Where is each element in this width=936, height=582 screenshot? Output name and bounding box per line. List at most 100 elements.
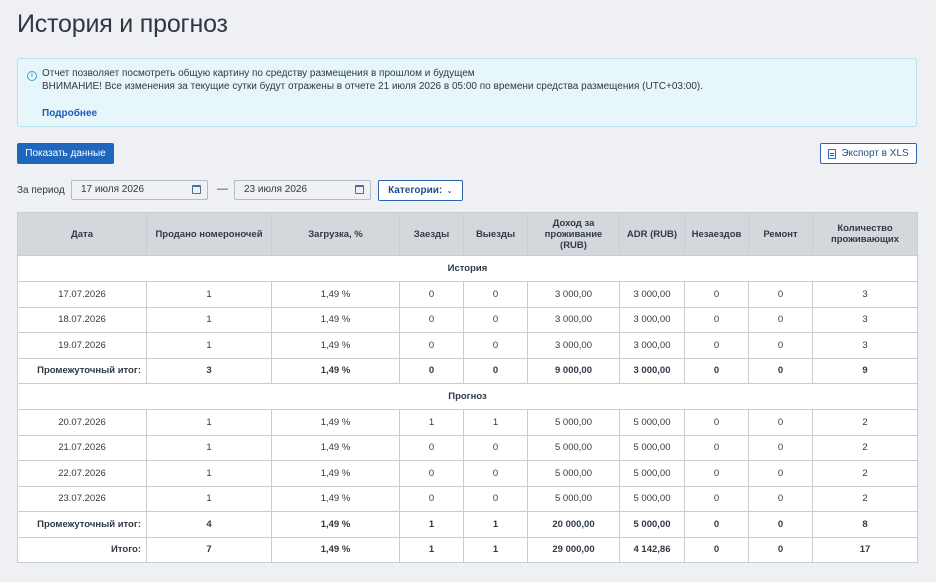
info-icon: i [27,71,37,81]
table-cell: 1 [146,434,272,461]
table-cell: 0 [748,434,813,461]
table-cell: 1 [146,460,272,487]
table-cell: 0 [748,357,813,384]
table-cell: 0 [684,536,749,563]
total-label-cell: Промежуточный итог: [17,511,147,538]
table-cell: 0 [463,332,528,359]
table-cell: 3 000,00 [527,332,620,359]
table-cell: 0 [399,485,464,512]
table-cell: 0 [748,409,813,436]
date-cell: 21.07.2026 [17,434,147,461]
table-cell: 3 000,00 [619,306,685,333]
table-cell: 3 000,00 [527,306,620,333]
table-cell: 1,49 % [271,332,400,359]
more-info-link[interactable]: Подробнее [42,108,97,119]
table-cell: 1 [146,332,272,359]
subtotal-row: Промежуточный итог: 3 1,49 % 0 0 9 000,00 3 00… [17,357,918,384]
total-label-cell: Итого: [17,536,147,563]
table-header-row: Дата Продано номероночей Загрузка, % Зае… [17,212,918,256]
table-cell: 1,49 % [271,306,400,333]
table-cell: 9 [812,357,918,384]
table-cell: 1,49 % [271,511,400,538]
table-cell: 4 [146,511,272,538]
table-cell: 3 [812,306,918,333]
col-header-occupancy[interactable]: Загрузка, % [271,212,400,256]
table-cell: 1 [146,409,272,436]
table-cell: 0 [748,460,813,487]
table-cell: 5 000,00 [527,409,620,436]
table-cell: 17 [812,536,918,563]
date-cell: 20.07.2026 [17,409,147,436]
date-from-input[interactable]: 17 июля 2026 [71,180,208,200]
table-cell: 1 [399,409,464,436]
table-cell: 0 [399,460,464,487]
col-header-no-shows[interactable]: Незаездов [684,212,749,256]
date-cell: 17.07.2026 [17,281,147,308]
calendar-icon[interactable] [355,185,364,194]
table-cell: 0 [684,281,749,308]
table-cell: 0 [748,281,813,308]
section-label: Прогноз [17,383,918,410]
table-cell: 2 [812,434,918,461]
table-cell: 0 [399,306,464,333]
date-cell: 18.07.2026 [17,306,147,333]
col-header-revenue[interactable]: Доход за проживание (RUB) [527,212,620,256]
export-xls-label: Экспорт в XLS [841,148,909,159]
chevron-down-icon: ⌄ [446,186,453,195]
table-cell: 0 [684,332,749,359]
table-cell: 0 [684,485,749,512]
categories-dropdown[interactable]: Категории: ⌄ [378,180,463,201]
show-data-button[interactable]: Показать данные [17,143,114,164]
table-row: 23.07.2026 1 1,49 % 0 0 5 000,00 5 000,00 0 0 2 [17,485,918,512]
period-label: За период [17,185,65,196]
table-cell: 2 [812,409,918,436]
table-cell: 0 [748,511,813,538]
table-cell: 1 [463,511,528,538]
table-cell: 1 [146,485,272,512]
table-cell: 0 [399,434,464,461]
date-cell: 19.07.2026 [17,332,147,359]
table-cell: 5 000,00 [619,434,685,461]
table-cell: 20 000,00 [527,511,620,538]
table-cell: 3 000,00 [619,357,685,384]
file-icon [828,148,837,159]
table-cell: 0 [748,536,813,563]
col-header-adr[interactable]: ADR (RUB) [619,212,685,256]
info-text-warning: ВНИМАНИЕ! Все изменения за текущие сутки… [42,81,703,92]
table-cell: 0 [684,460,749,487]
section-label: История [17,255,918,282]
table-cell: 0 [463,357,528,384]
table-cell: 4 142,86 [619,536,685,563]
table-row: 22.07.2026 1 1,49 % 0 0 5 000,00 5 000,00 0 0 2 [17,460,918,487]
table-cell: 0 [399,357,464,384]
col-header-departures[interactable]: Выезды [463,212,528,256]
col-header-guests[interactable]: Количество проживающих [812,212,918,256]
table-cell: 1 [463,536,528,563]
col-header-arrivals[interactable]: Заезды [399,212,464,256]
table-cell: 1 [463,409,528,436]
col-header-date[interactable]: Дата [17,212,147,256]
table-cell: 1,49 % [271,409,400,436]
table-cell: 1 [399,511,464,538]
table-cell: 0 [463,281,528,308]
date-to-value: 23 июля 2026 [244,184,308,195]
date-to-input[interactable]: 23 июля 2026 [234,180,371,200]
table-cell: 0 [748,485,813,512]
table-cell: 5 000,00 [619,485,685,512]
export-xls-button[interactable]: Экспорт в XLS [820,143,917,164]
table-cell: 0 [684,357,749,384]
table-cell: 1,49 % [271,357,400,384]
calendar-icon[interactable] [192,185,201,194]
col-header-room-nights[interactable]: Продано номероночей [146,212,272,256]
table-cell: 3 000,00 [527,281,620,308]
col-header-repair[interactable]: Ремонт [748,212,813,256]
table-cell: 7 [146,536,272,563]
history-forecast-table: Дата Продано номероночей Загрузка, % Зае… [17,212,918,563]
table-cell: 5 000,00 [619,460,685,487]
table-cell: 3 [146,357,272,384]
date-range-separator: — [217,183,228,195]
table-cell: 0 [399,281,464,308]
table-cell: 0 [463,485,528,512]
table-cell: 3 [812,332,918,359]
table-cell: 0 [684,511,749,538]
